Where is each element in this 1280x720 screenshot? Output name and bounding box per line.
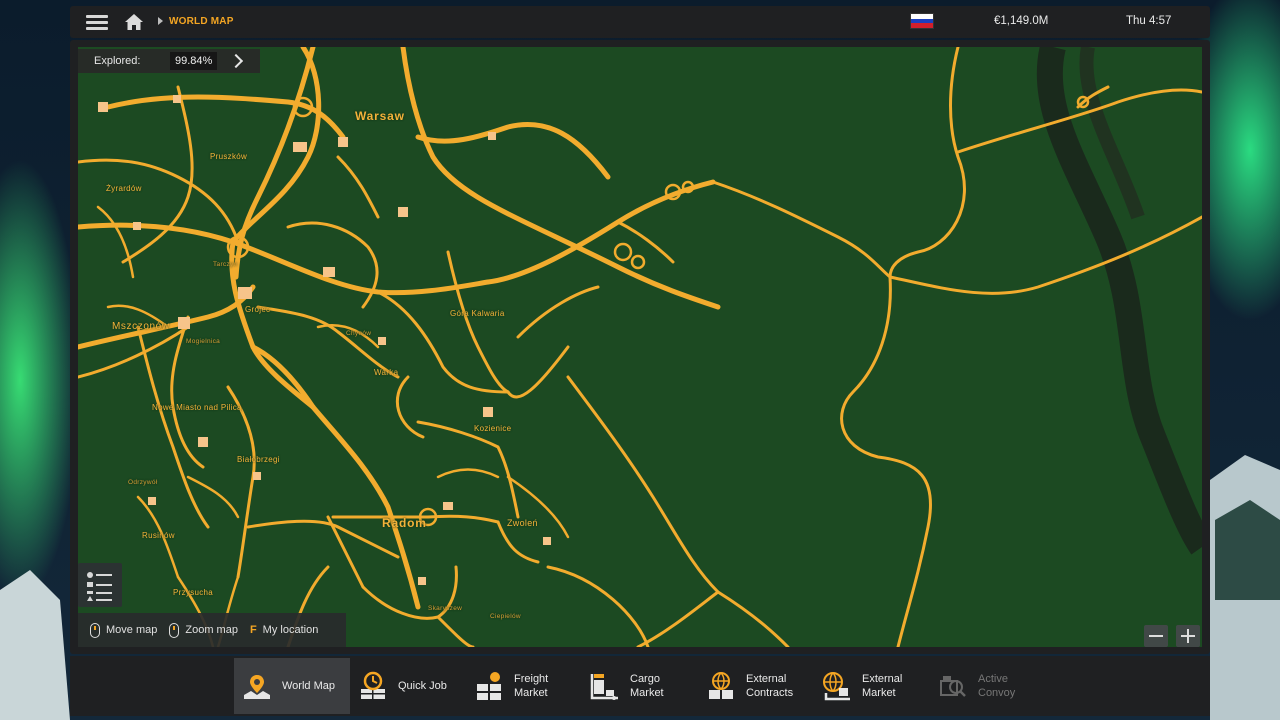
city-label: Białobrzegi bbox=[237, 455, 280, 464]
freight-icon bbox=[474, 671, 504, 701]
russia-flag-icon bbox=[910, 13, 934, 29]
city-label: Pruszków bbox=[210, 152, 248, 161]
nav-label: External Market bbox=[862, 673, 903, 699]
top-bar: WORLD MAP €1,149.0M Thu 4:57 bbox=[70, 6, 1210, 38]
bottom-nav: World Map Quick Job Freight Market Cargo… bbox=[234, 658, 1046, 714]
home-icon[interactable] bbox=[124, 13, 144, 31]
nav-label: World Map bbox=[282, 680, 335, 692]
breadcrumb: WORLD MAP bbox=[169, 16, 234, 27]
map-roads bbox=[78, 47, 1202, 647]
globe-market-icon bbox=[822, 671, 852, 701]
city-label: Warka bbox=[374, 368, 399, 377]
nav-label: Active Convoy bbox=[978, 673, 1016, 699]
breadcrumb-arrow-icon bbox=[158, 17, 163, 25]
city-label: Warsaw bbox=[355, 109, 405, 123]
nav-label: Quick Job bbox=[398, 680, 447, 692]
nav-world-map[interactable]: World Map bbox=[234, 658, 350, 714]
mouse-icon bbox=[90, 622, 100, 638]
key-f: F bbox=[249, 624, 257, 636]
city-label: Tarczyn bbox=[213, 261, 238, 268]
menu-icon[interactable] bbox=[86, 12, 108, 32]
nav-label: Freight Market bbox=[514, 673, 549, 699]
city-label: Skaryszew bbox=[428, 605, 463, 612]
convoy-icon bbox=[938, 671, 968, 701]
legend-list-icon bbox=[87, 572, 112, 601]
nav-label: Cargo Market bbox=[630, 673, 664, 699]
city-label: Góra Kalwaria bbox=[450, 309, 505, 318]
world-map-icon bbox=[242, 671, 272, 701]
explored-value: 99.84% bbox=[170, 52, 218, 70]
nav-external-market[interactable]: External Market bbox=[814, 658, 930, 714]
nav-label: External Contracts bbox=[746, 673, 794, 699]
globe-contracts-icon bbox=[706, 671, 736, 701]
zoom-out-button[interactable] bbox=[1144, 625, 1168, 647]
city-label: Grójec bbox=[245, 305, 271, 314]
clock-icon bbox=[358, 671, 388, 701]
zoom-in-button[interactable] bbox=[1176, 625, 1200, 647]
city-label: Rusinów bbox=[142, 531, 175, 540]
city-label: Radom bbox=[382, 516, 427, 530]
map-legend-button[interactable] bbox=[78, 563, 122, 607]
city-label: Żyrardów bbox=[106, 184, 142, 193]
nav-active-convoy: Active Convoy bbox=[930, 658, 1046, 714]
city-label: Chynów bbox=[346, 330, 372, 337]
nav-freight-market[interactable]: Freight Market bbox=[466, 658, 582, 714]
nav-quick-job[interactable]: Quick Job bbox=[350, 658, 466, 714]
city-label: Nowe Miasto nad Pilicą bbox=[152, 403, 242, 412]
city-label: Przysucha bbox=[173, 588, 214, 597]
hint-zoom-map: Zoom map bbox=[169, 622, 238, 638]
nav-cargo-market[interactable]: Cargo Market bbox=[582, 658, 698, 714]
city-label: Mogielnica bbox=[186, 338, 221, 345]
city-label: Ciepielów bbox=[490, 613, 521, 620]
city-label: Mszczonów bbox=[112, 321, 170, 332]
hint-move-map: Move map bbox=[90, 622, 157, 638]
city-label: Zwoleń bbox=[507, 518, 538, 528]
explored-label: Explored: bbox=[94, 55, 141, 67]
mouse-icon bbox=[169, 622, 180, 638]
explored-panel: Explored: 99.84% bbox=[78, 49, 260, 73]
city-label: Kozienice bbox=[474, 424, 512, 433]
nav-external-contracts[interactable]: External Contracts bbox=[698, 658, 814, 714]
game-clock: Thu 4:57 bbox=[1126, 15, 1172, 27]
world-map[interactable]: Warsaw Pruszków Żyrardów Tarczyn Góra Ka… bbox=[78, 47, 1202, 647]
cargo-icon bbox=[590, 671, 620, 701]
chevron-right-icon[interactable] bbox=[227, 51, 247, 71]
money-balance: €1,149.0M bbox=[994, 15, 1049, 27]
hint-my-location: F My location bbox=[249, 624, 319, 636]
city-label: Odrzywół bbox=[128, 479, 158, 486]
control-hints: Move map Zoom map F My location bbox=[78, 613, 346, 647]
